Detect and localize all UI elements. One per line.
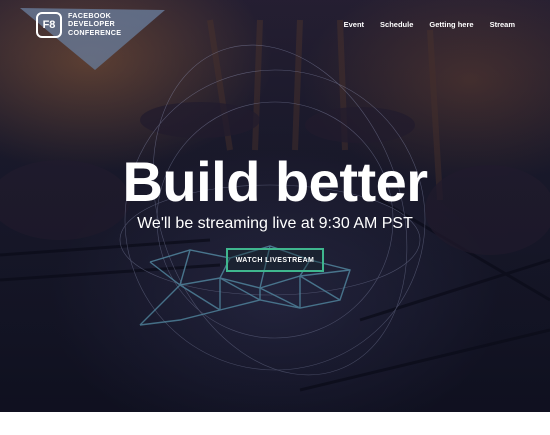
f8-logo[interactable]: F8 [36, 12, 62, 38]
logo-wordmark: FACEBOOK DEVELOPER CONFERENCE [68, 11, 122, 37]
nav-link-event[interactable]: Event [344, 20, 364, 29]
nav-link-getting-here[interactable]: Getting here [429, 20, 473, 29]
hero-section: F8 FACEBOOK DEVELOPER CONFERENCE Event S… [0, 0, 550, 412]
watch-livestream-button[interactable]: WATCH LIVESTREAM [226, 248, 324, 272]
brand-area: F8 FACEBOOK DEVELOPER CONFERENCE [0, 0, 170, 78]
page-bottom-strip [0, 412, 550, 435]
main-navigation: Event Schedule Getting here Stream [344, 20, 515, 29]
nav-link-stream[interactable]: Stream [490, 20, 515, 29]
nav-link-schedule[interactable]: Schedule [380, 20, 413, 29]
stream-time-subtitle: We'll be streaming live at 9:30 AM PST [137, 215, 413, 232]
logo-line-conference: CONFERENCE [68, 27, 122, 37]
hero-headline: Build better [122, 150, 428, 213]
